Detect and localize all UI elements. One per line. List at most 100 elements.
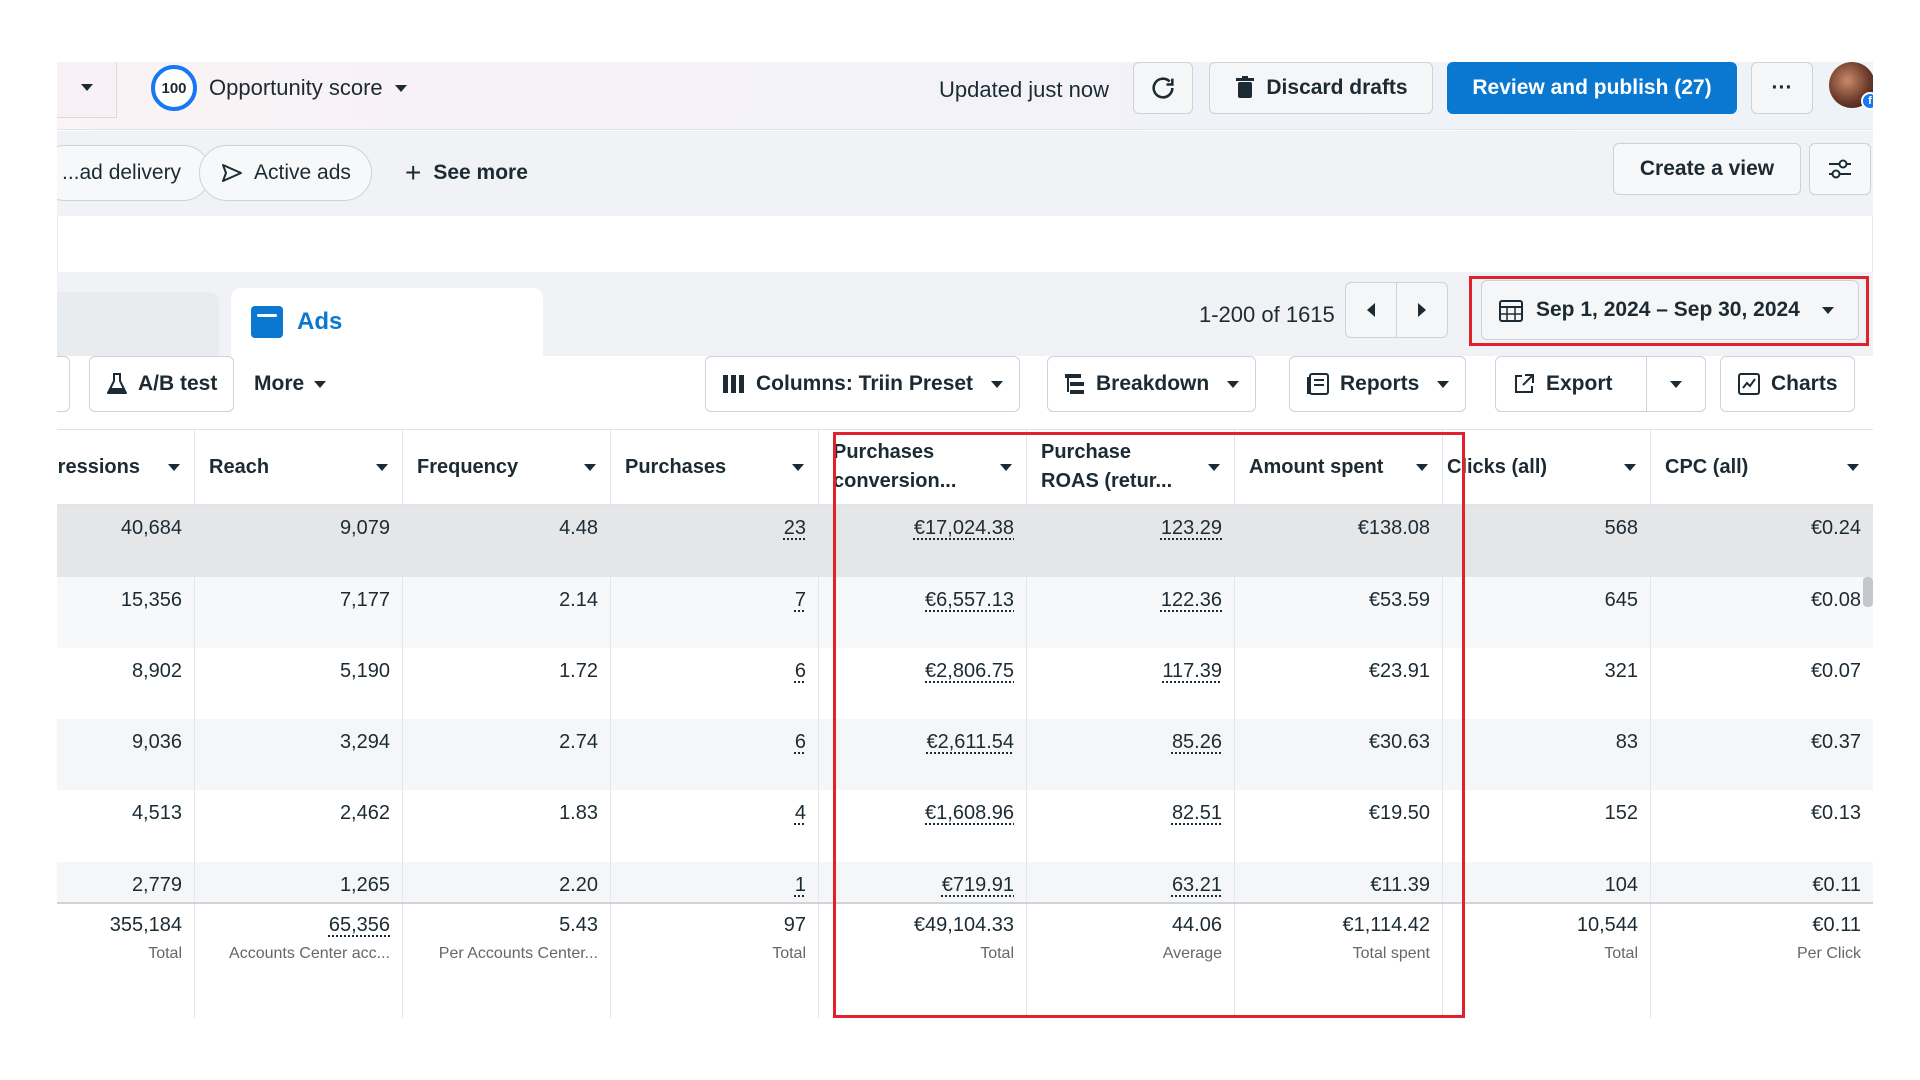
cell-conv[interactable]: €6,557.13 xyxy=(819,577,1027,649)
cell-cpc: €0.08 xyxy=(1810,589,1861,611)
filter-chip-delivery[interactable]: ...ad delivery xyxy=(57,145,211,201)
sort-caret-icon[interactable] xyxy=(376,464,388,471)
create-view-button[interactable]: Create a view xyxy=(1613,143,1801,195)
total-value[interactable]: 65,356 xyxy=(329,914,390,936)
cell-conv[interactable]: €2,806.75 xyxy=(819,648,1027,720)
opportunity-score[interactable]: 100 Opportunity score xyxy=(151,65,407,111)
column-header-label: Amount spent xyxy=(1249,455,1384,478)
cell-purchases[interactable]: 4 xyxy=(611,790,819,862)
tab-adsets[interactable] xyxy=(57,292,219,356)
sort-caret-icon[interactable] xyxy=(168,464,180,471)
column-header-reach[interactable]: Reach xyxy=(195,430,403,505)
column-header-purchases[interactable]: Purchases xyxy=(611,430,819,505)
total-clicks: 10,544 Total xyxy=(1443,904,1651,1018)
cell-conv[interactable]: €1,608.96 xyxy=(819,790,1027,862)
more-actions-button[interactable]: More xyxy=(237,356,344,412)
column-header-purchase-roas[interactable]: Purchase ROAS (retur... xyxy=(1027,430,1235,505)
total-spent: €1,114.42 Total spent xyxy=(1235,904,1443,1018)
filter-chip-active-ads-label: Active ads xyxy=(254,161,351,184)
discard-drafts-button[interactable]: Discard drafts xyxy=(1209,62,1433,114)
column-header-frequency[interactable]: Frequency xyxy=(403,430,611,505)
account-dropdown[interactable] xyxy=(57,62,117,118)
export-button[interactable]: Export xyxy=(1495,356,1647,412)
avatar[interactable]: f xyxy=(1829,62,1873,110)
charts-button[interactable]: Charts xyxy=(1720,356,1855,412)
sort-caret-icon[interactable] xyxy=(1847,464,1859,471)
table-row[interactable]: 4,513 2,462 1.83 4 €1,608.96 82.51 €19.50 152 €0… xyxy=(57,790,1873,862)
refresh-button[interactable] xyxy=(1133,62,1193,114)
sort-caret-icon[interactable] xyxy=(1208,464,1220,471)
chart-icon xyxy=(1738,373,1760,395)
cell-roas[interactable]: 123.29 xyxy=(1027,505,1235,577)
cell-purchases[interactable]: 6 xyxy=(611,648,819,720)
total-value: 97 xyxy=(783,914,806,936)
cell-clicks: 568 xyxy=(1443,505,1651,577)
more-options-button[interactable]: ··· xyxy=(1751,62,1813,114)
sort-caret-icon[interactable] xyxy=(792,464,804,471)
column-header-impressions[interactable]: ...ressions xyxy=(57,430,195,505)
review-and-publish-button[interactable]: Review and publish (27) xyxy=(1447,62,1737,114)
column-header-cpc[interactable]: CPC (all) xyxy=(1651,430,1873,505)
tab-ads-label: Ads xyxy=(297,308,343,335)
cell-reach: 3,294 xyxy=(195,719,403,791)
tab-ads[interactable]: Ads xyxy=(231,288,543,356)
cell-clicks: 104 xyxy=(1443,862,1651,902)
table-row[interactable]: 15,356 7,177 2.14 7 €6,557.13 122.36 €53.59 645… xyxy=(57,577,1873,649)
cell-spent: €30.63 xyxy=(1235,719,1443,791)
cell-conv[interactable]: €719.91 xyxy=(819,862,1027,902)
cell-purchases[interactable]: 1 xyxy=(611,862,819,902)
cell-roas[interactable]: 122.36 xyxy=(1027,577,1235,649)
total-cpc: €0.11 Per Click xyxy=(1651,904,1873,1018)
cell-roas[interactable]: 117.39 xyxy=(1027,648,1235,720)
sort-caret-icon[interactable] xyxy=(1416,464,1428,471)
reports-button[interactable]: Reports xyxy=(1289,356,1467,412)
total-label: Total xyxy=(148,945,182,962)
toolbar-stub-button[interactable] xyxy=(57,356,70,412)
create-view-label: Create a view xyxy=(1639,157,1775,180)
cell-spent: €138.08 xyxy=(1235,505,1443,577)
sort-caret-icon[interactable] xyxy=(584,464,596,471)
date-range-picker[interactable]: Sep 1, 2024 – Sep 30, 2024 xyxy=(1481,280,1859,340)
reports-icon xyxy=(1307,373,1329,395)
column-header-label: Purchase ROAS (retur... xyxy=(1041,441,1173,492)
cell-roas[interactable]: 63.21 xyxy=(1027,862,1235,902)
cell-impressions: 40,684 xyxy=(57,505,195,577)
cell-cpc: €0.07 xyxy=(1810,660,1861,682)
total-frequency: 5.43 Per Accounts Center... xyxy=(403,904,611,1018)
next-page-button[interactable] xyxy=(1396,282,1448,338)
previous-page-button[interactable] xyxy=(1345,282,1397,338)
plus-icon: + xyxy=(405,157,422,188)
table-row[interactable]: 9,036 3,294 2.74 6 €2,611.54 85.26 €30.63 83 €0.… xyxy=(57,719,1873,791)
column-header-purchases-conversion[interactable]: Purchases conversion... xyxy=(819,430,1027,505)
see-more-button[interactable]: + See more xyxy=(405,145,528,201)
scrollbar-thumb[interactable] xyxy=(1863,577,1873,607)
cell-roas[interactable]: 82.51 xyxy=(1027,790,1235,862)
filter-settings-button[interactable] xyxy=(1809,143,1871,195)
cell-conv[interactable]: €17,024.38 xyxy=(819,505,1027,577)
cell-purchases[interactable]: 23 xyxy=(611,505,819,577)
refresh-icon xyxy=(1152,77,1174,99)
cell-purchases[interactable]: 6 xyxy=(611,719,819,791)
cell-cpc: €0.24 xyxy=(1810,517,1861,539)
columns-button[interactable]: Columns: Triin Preset xyxy=(705,356,1021,412)
filter-chip-active-ads[interactable]: Active ads xyxy=(199,145,372,201)
total-roas: 44.06 Average xyxy=(1027,904,1235,1018)
cell-spent: €11.39 xyxy=(1235,862,1443,902)
sort-caret-icon[interactable] xyxy=(1000,464,1012,471)
column-header-clicks[interactable]: Clicks (all) xyxy=(1443,430,1651,505)
cell-cpc: €0.13 xyxy=(1810,802,1861,824)
more-icon: ··· xyxy=(1771,76,1793,99)
column-header-amount-spent[interactable]: Amount spent xyxy=(1235,430,1443,505)
cell-roas[interactable]: 85.26 xyxy=(1027,719,1235,791)
export-options-button[interactable] xyxy=(1646,356,1706,412)
cell-purchases[interactable]: 7 xyxy=(611,577,819,649)
table-row[interactable]: 40,684 9,079 4.48 23 €17,024.38 123.29 €138.08… xyxy=(57,505,1873,577)
breakdown-button[interactable]: Breakdown xyxy=(1047,356,1257,412)
table-row[interactable]: 8,902 5,190 1.72 6 €2,806.75 117.39 €23.91 321 €… xyxy=(57,648,1873,720)
filter-bar: ...ad delivery Active ads + See more Cre… xyxy=(57,131,1873,216)
totals-row: 355,184 Total 65,356 Accounts Center acc...… xyxy=(57,902,1873,1018)
cell-conv[interactable]: €2,611.54 xyxy=(819,719,1027,791)
table-row[interactable]: 2,779 1,265 2.20 1 €719.91 63.21 €11.39 104 €0.1… xyxy=(57,862,1873,902)
ab-test-button[interactable]: A/B test xyxy=(89,356,235,412)
sort-caret-icon[interactable] xyxy=(1624,464,1636,471)
